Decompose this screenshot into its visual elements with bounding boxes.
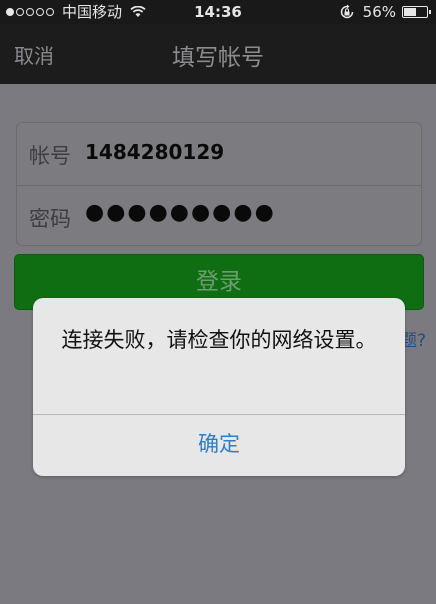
- account-input[interactable]: 1484280129: [85, 140, 224, 164]
- status-right: 56%: [339, 0, 431, 24]
- confirm-button[interactable]: 确定: [33, 415, 405, 476]
- password-label: 密码: [29, 207, 71, 231]
- battery-icon: [402, 6, 431, 18]
- page-title: 填写帐号: [172, 45, 264, 71]
- password-input[interactable]: ●●●●●●●●●: [85, 200, 276, 225]
- account-label: 帐号: [29, 144, 71, 168]
- rotation-lock-icon: [340, 4, 353, 19]
- password-row[interactable]: 密码 ●●●●●●●●●: [17, 185, 421, 247]
- nav-bar: 取消 填写帐号: [0, 24, 436, 84]
- account-row[interactable]: 帐号 1484280129: [17, 123, 421, 185]
- battery-percentage: 56%: [362, 3, 396, 21]
- status-bar: 中国移动 14:36 56%: [0, 0, 436, 24]
- alert-message: 连接失败，请检查你的网络设置。: [61, 328, 377, 352]
- alert-dialog: 连接失败，请检查你的网络设置。 确定: [33, 298, 405, 476]
- login-form: 帐号 1484280129 密码 ●●●●●●●●●: [16, 122, 422, 246]
